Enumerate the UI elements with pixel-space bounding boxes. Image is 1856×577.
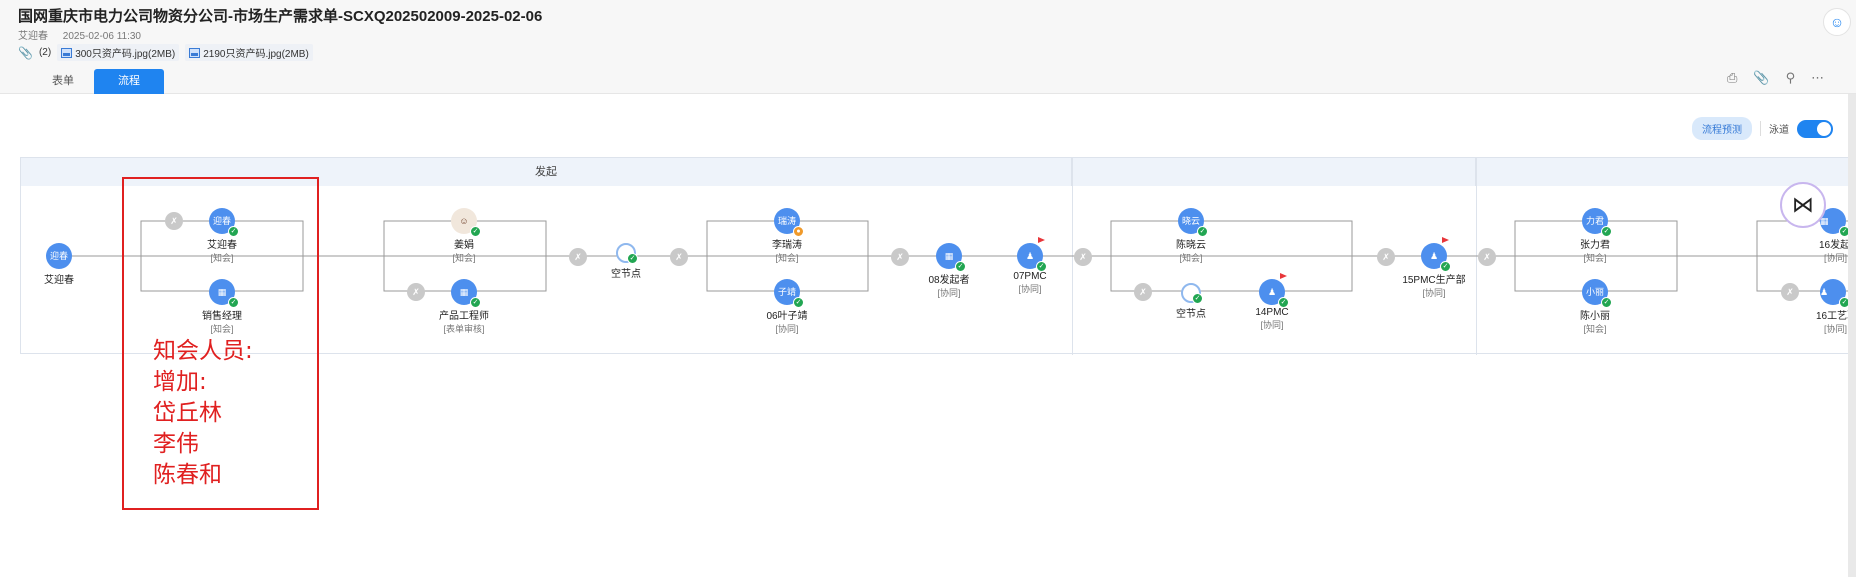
group-icon: ▦ ✓ (451, 279, 481, 308)
node-role: [知会] (1179, 253, 1203, 263)
flow-node[interactable]: ♟ ✓ 14PMC [协同] (1232, 273, 1312, 331)
node-name: 空节点 (1176, 309, 1206, 320)
node-name: 15PMC生产部 (1402, 275, 1466, 286)
empty-node-icon: ✓ (616, 243, 638, 264)
user-avatar: 子靖 ✓ (774, 279, 804, 308)
flow-node[interactable]: 子靖 ✓ 06叶子靖 [协同] (747, 279, 827, 335)
flag-icon (1442, 237, 1449, 243)
user-avatar: 力君 ✓ (1582, 208, 1612, 237)
node-role: [协同] (1824, 253, 1848, 263)
flow-node[interactable]: ♟ ✓ 07PMC [协同] (990, 237, 1070, 295)
node-role: [知会] (1583, 324, 1607, 334)
flow-node[interactable]: ☺ ✓ 姜娟 [知会] (424, 208, 504, 264)
flow-node[interactable]: ▦ ✓ 08发起者 [协同] (909, 243, 989, 299)
annotation-text: 知会人员: 增加: 岱丘林 李伟 陈春和 (153, 336, 253, 491)
node-name: 陈小丽 (1580, 311, 1610, 322)
node-name: 07PMC (1013, 271, 1047, 282)
annotation-line: 知会人员: (153, 338, 253, 364)
team-icon: ♟ ✓ (1259, 273, 1289, 308)
node-role: [协同] (1824, 324, 1848, 334)
user-avatar: 小丽 ✓ (1582, 279, 1612, 308)
node-role: [表单审核] (443, 324, 485, 334)
branch-gateway-icon: ✗ (1781, 283, 1799, 301)
check-icon: ✓ (1278, 297, 1289, 308)
annotation-line: 增加: (153, 369, 207, 395)
annotation-line: 陈春和 (153, 462, 222, 488)
annotation-line: 李伟 (153, 431, 199, 457)
check-icon: ✓ (1601, 297, 1612, 308)
node-role: [协同] (775, 324, 799, 334)
node-name: 李瑞涛 (772, 240, 802, 251)
branch-gateway-icon: ✗ (670, 248, 688, 266)
node-name: 产品工程师 (439, 311, 489, 322)
check-icon: ✓ (627, 253, 638, 264)
branch-gateway-icon: ✗ (1377, 248, 1395, 266)
check-icon: ✓ (1601, 226, 1612, 237)
team-icon: ♟ ✓ (1820, 279, 1850, 308)
flow-node[interactable]: ▦ ✓ 产品工程师 [表单审核] (424, 279, 504, 335)
check-icon: ✓ (1197, 226, 1208, 237)
branch-gateway-icon: ✗ (407, 283, 425, 301)
flag-icon (1038, 237, 1045, 243)
flow-node[interactable]: ♟ ✓ 16工艺职 [协同] (1798, 279, 1856, 335)
annotation-line: 岱丘林 (153, 400, 222, 426)
flow-node[interactable]: 晓云 ✓ 陈晓云 [知会] (1151, 208, 1231, 264)
branch-gateway-icon: ✗ (569, 248, 587, 266)
flow-node[interactable]: 小丽 ✓ 陈小丽 [知会] (1555, 279, 1635, 335)
check-icon: ✓ (470, 226, 481, 237)
flow-node-empty[interactable]: ✓ 空节点 (586, 243, 666, 280)
node-name: 姜娟 (454, 240, 474, 251)
flow-node[interactable]: 力君 ✓ 张力君 [知会] (1555, 208, 1635, 264)
node-role: [协同] (1018, 284, 1042, 294)
branch-gateway-icon: ✗ (891, 248, 909, 266)
node-role: [协同] (937, 288, 961, 298)
node-name: 16发起 (1819, 240, 1851, 251)
check-icon: ✓ (1440, 261, 1451, 272)
flow-node-empty[interactable]: ✓ 空节点 (1151, 283, 1231, 320)
node-role: [知会] (452, 253, 476, 263)
branch-gateway-icon: ✗ (1134, 283, 1152, 301)
branch-gateway-icon: ✗ (1074, 248, 1092, 266)
node-name: 08发起者 (928, 275, 970, 286)
node-role: [协同] (1260, 320, 1284, 330)
scrollbar[interactable] (1848, 94, 1856, 577)
flag-icon (1280, 273, 1287, 279)
flow-node[interactable]: 瑞涛 ● 李瑞涛 [知会] (747, 208, 827, 264)
user-avatar: 晓云 ✓ (1178, 208, 1208, 237)
user-avatar: 瑞涛 ● (774, 208, 804, 237)
team-icon: ♟ ✓ (1421, 237, 1451, 272)
check-icon: ✓ (1036, 261, 1047, 272)
check-icon: ✓ (793, 297, 804, 308)
node-name: 艾迎春 (44, 275, 74, 286)
check-icon: ✓ (1192, 293, 1203, 304)
node-role: [知会] (775, 253, 799, 263)
floating-assistant-icon[interactable]: ⋈ (1780, 182, 1826, 228)
node-role: [知会] (1583, 253, 1607, 263)
empty-node-icon: ✓ (1181, 283, 1203, 304)
pending-icon: ● (793, 226, 804, 237)
flow-node[interactable]: ♟ ✓ 15PMC生产部 [协同] (1394, 237, 1474, 299)
user-photo-avatar: ☺ ✓ (451, 208, 481, 237)
node-name: 空节点 (611, 269, 641, 280)
node-name: 陈晓云 (1176, 240, 1206, 251)
node-role: [协同] (1422, 288, 1446, 298)
node-name: 16工艺职 (1816, 311, 1856, 322)
check-icon: ✓ (955, 261, 966, 272)
check-icon: ✓ (470, 297, 481, 308)
user-avatar: 迎春 (46, 243, 72, 269)
node-name: 14PMC (1255, 307, 1289, 318)
team-icon: ♟ ✓ (1017, 237, 1047, 272)
flow-node-start[interactable]: 迎春 艾迎春 (19, 243, 99, 286)
node-name: 06叶子靖 (766, 311, 808, 322)
user-card-icon: ▦ ✓ (936, 243, 966, 272)
branch-gateway-icon: ✗ (1478, 248, 1496, 266)
node-name: 张力君 (1580, 240, 1610, 251)
